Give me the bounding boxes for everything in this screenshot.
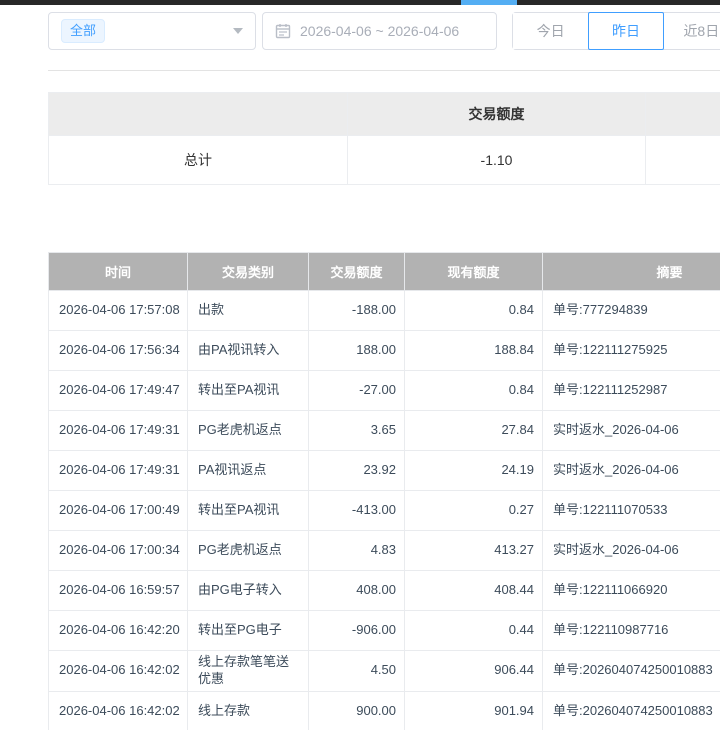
col-header-amount: 交易额度 (309, 253, 405, 291)
date-range-input[interactable]: 2026-04-06 ~ 2026-04-06 (262, 12, 497, 50)
cell-summary: 实时返水_2026-04-06 (543, 411, 720, 451)
cell-summary: 单号:122110987716 (543, 611, 720, 651)
cell-time: 2026-04-06 16:42:02 (49, 651, 188, 692)
cell-time: 2026-04-06 16:42:20 (49, 611, 188, 651)
table-row: 2026-04-06 17:00:34 PG老虎机返点 4.83 413.27 … (49, 531, 720, 571)
cell-summary: 单号:202604074250010883 (543, 651, 720, 692)
cell-time: 2026-04-06 16:42:02 (49, 691, 188, 730)
summary-header-amount: 交易额度 (348, 93, 646, 136)
cell-amount: 408.00 (309, 571, 405, 611)
summary-header-blank (49, 93, 348, 136)
page: 全部 2026-04-06 ~ 2026-04-06 今日 昨日 近8日 交易额… (0, 0, 720, 730)
table-row: 2026-04-06 17:00:49 转出至PA视讯 -413.00 0.27… (49, 491, 720, 531)
table-row: 2026-04-06 16:42:02 线上存款笔笔送优惠 4.50 906.4… (49, 651, 720, 692)
col-header-type: 交易类别 (188, 253, 309, 291)
summary-total-cut (646, 136, 720, 185)
cell-amount: 4.50 (309, 651, 405, 692)
cell-balance: 0.84 (405, 291, 543, 331)
col-header-time: 时间 (49, 253, 188, 291)
date-range-value: 2026-04-06 ~ 2026-04-06 (300, 23, 459, 39)
cell-balance: 413.27 (405, 531, 543, 571)
cell-time: 2026-04-06 17:49:47 (49, 371, 188, 411)
top-bar-accent-segment (461, 0, 517, 5)
cell-balance: 0.84 (405, 371, 543, 411)
table-row: 2026-04-06 16:42:02 线上存款 900.00 901.94 单… (49, 691, 720, 730)
cell-amount: 3.65 (309, 411, 405, 451)
cell-time: 2026-04-06 16:59:57 (49, 571, 188, 611)
cell-summary: 实时返水_2026-04-06 (543, 531, 720, 571)
summary-total-label: 总计 (49, 136, 348, 185)
cell-type: 由PA视讯转入 (188, 331, 309, 371)
cell-summary: 单号:122111070533 (543, 491, 720, 531)
cell-type: 转出至PA视讯 (188, 371, 309, 411)
quick-range-button-group: 今日 昨日 近8日 (512, 12, 720, 50)
transactions-table: 时间 交易类别 交易额度 现有额度 摘要 2026-04-06 17:57:08… (48, 252, 720, 730)
table-row: 2026-04-06 17:49:31 PA视讯返点 23.92 24.19 实… (49, 451, 720, 491)
cell-time: 2026-04-06 17:56:34 (49, 331, 188, 371)
yesterday-button[interactable]: 昨日 (588, 12, 663, 50)
cell-time: 2026-04-06 17:49:31 (49, 411, 188, 451)
cell-balance: 24.19 (405, 451, 543, 491)
table-row: 2026-04-06 17:49:31 PG老虎机返点 3.65 27.84 实… (49, 411, 720, 451)
cell-type: 线上存款 (188, 691, 309, 730)
cell-balance: 901.94 (405, 691, 543, 730)
table-row: 2026-04-06 16:42:20 转出至PG电子 -906.00 0.44… (49, 611, 720, 651)
table-row: 2026-04-06 17:57:08 出款 -188.00 0.84 单号:7… (49, 291, 720, 331)
table-row: 2026-04-06 17:49:47 转出至PA视讯 -27.00 0.84 … (49, 371, 720, 411)
cell-summary: 实时返水_2026-04-06 (543, 451, 720, 491)
table-row: 2026-04-06 16:59:57 由PG电子转入 408.00 408.4… (49, 571, 720, 611)
table-header-row: 时间 交易类别 交易额度 现有额度 摘要 (49, 253, 720, 291)
cell-summary: 单号:122111066920 (543, 571, 720, 611)
summary-total-amount: -1.10 (348, 136, 646, 185)
table-row: 2026-04-06 17:56:34 由PA视讯转入 188.00 188.8… (49, 331, 720, 371)
cell-amount: 23.92 (309, 451, 405, 491)
cell-balance: 906.44 (405, 651, 543, 692)
cell-balance: 188.84 (405, 331, 543, 371)
summary-header-cut (646, 93, 720, 136)
cell-summary: 单号:122111252987 (543, 371, 720, 411)
cell-amount: 188.00 (309, 331, 405, 371)
cell-summary: 单号:202604074250010883 (543, 691, 720, 730)
cell-amount: -27.00 (309, 371, 405, 411)
col-header-balance: 现有额度 (405, 253, 543, 291)
cell-amount: -906.00 (309, 611, 405, 651)
category-select[interactable]: 全部 (48, 12, 256, 50)
cell-amount: 900.00 (309, 691, 405, 730)
cell-time: 2026-04-06 17:00:34 (49, 531, 188, 571)
cell-type: 转出至PG电子 (188, 611, 309, 651)
calendar-icon (275, 23, 291, 39)
cell-summary: 单号:777294839 (543, 291, 720, 331)
cell-type: 由PG电子转入 (188, 571, 309, 611)
cell-summary: 单号:122111275925 (543, 331, 720, 371)
cell-time: 2026-04-06 17:00:49 (49, 491, 188, 531)
cell-type: 转出至PA视讯 (188, 491, 309, 531)
cell-type: 线上存款笔笔送优惠 (188, 651, 309, 692)
cell-type: PA视讯返点 (188, 451, 309, 491)
cell-time: 2026-04-06 17:49:31 (49, 451, 188, 491)
cell-amount: -413.00 (309, 491, 405, 531)
summary-table: 交易额度 总计 -1.10 (48, 92, 720, 185)
cell-amount: -188.00 (309, 291, 405, 331)
today-button[interactable]: 今日 (513, 13, 588, 49)
cell-type: 出款 (188, 291, 309, 331)
cell-balance: 408.44 (405, 571, 543, 611)
cell-amount: 4.83 (309, 531, 405, 571)
summary-total-row: 总计 -1.10 (49, 136, 720, 185)
chevron-down-icon (233, 28, 243, 34)
col-header-summary: 摘要 (543, 253, 720, 291)
cell-time: 2026-04-06 17:57:08 (49, 291, 188, 331)
cell-balance: 0.27 (405, 491, 543, 531)
selected-category-tag: 全部 (61, 19, 105, 43)
cell-balance: 0.44 (405, 611, 543, 651)
cell-balance: 27.84 (405, 411, 543, 451)
section-divider (48, 70, 720, 71)
summary-header-row: 交易额度 (49, 93, 720, 136)
cell-type: PG老虎机返点 (188, 531, 309, 571)
last-8-days-button[interactable]: 近8日 (664, 13, 720, 49)
browser-top-bar (0, 0, 720, 5)
cell-type: PG老虎机返点 (188, 411, 309, 451)
